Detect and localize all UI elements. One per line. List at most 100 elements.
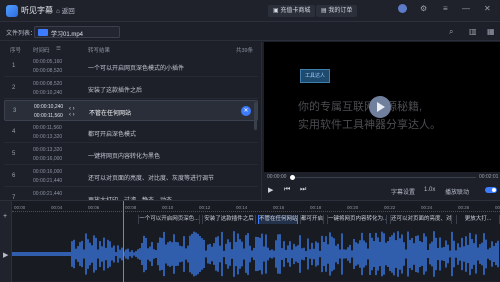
row-start-time[interactable]: 00:00:21,440 bbox=[33, 191, 62, 197]
time-adjust-icon[interactable]: ‹ › ‹ › bbox=[69, 106, 75, 118]
row-text[interactable]: 不管在任何网站 bbox=[89, 108, 131, 117]
header-num: 序号 bbox=[10, 48, 22, 54]
current-time: 00:00:00 bbox=[267, 174, 287, 180]
timeline-segment[interactable]: 都可开启深色模... bbox=[300, 215, 324, 224]
menu-icon[interactable]: ≡ bbox=[443, 4, 448, 13]
vip-store-label: 充值卡商城 bbox=[280, 8, 311, 14]
save-icon[interactable]: ▥ bbox=[469, 27, 477, 36]
orders-icon: ▤ bbox=[321, 8, 327, 14]
timeline-segment[interactable]: 不管在任何网站 bbox=[258, 215, 298, 224]
audio-waveform[interactable] bbox=[12, 229, 500, 279]
play-icon[interactable]: ▶ bbox=[268, 186, 273, 194]
row-text[interactable]: 还可以对页面的亮度、对比度、灰度等进行调节 bbox=[88, 173, 214, 182]
add-icon[interactable]: + bbox=[3, 213, 7, 220]
timeline-tick: 00:24 bbox=[421, 205, 433, 210]
timeline-segment[interactable]: 更放大打... bbox=[456, 215, 500, 224]
list-item[interactable]: 5 00:00:13,320 00:00:16,000 一键将网页内容转化为黑色 bbox=[4, 144, 258, 165]
delete-icon[interactable]: ✕ bbox=[241, 106, 251, 116]
timeline-tick: 00:22 bbox=[384, 205, 396, 210]
row-end-time[interactable]: 00:00:11,560 bbox=[34, 113, 63, 119]
video-controls: 00:00:00 00:02:01 ▶ ⏮ ⏭ 字幕设置 1.0x 播放联动 bbox=[264, 172, 500, 200]
title-bar: 听见字幕 ⌂ 返回 ▣ 充值卡商城 ▤ 我的订单 ⚙ ≡ — ✕ bbox=[0, 0, 500, 22]
folder-icon bbox=[38, 29, 48, 36]
file-name: 学习01.mp4 bbox=[51, 32, 84, 38]
follow-toggle[interactable] bbox=[485, 187, 497, 193]
row-start-time[interactable]: 00:00:11,560 bbox=[33, 125, 62, 131]
list-item[interactable]: 6 00:00:16,000 00:00:21,440 还可以对页面的亮度、对比… bbox=[4, 166, 258, 187]
header-time: 时间码 bbox=[33, 48, 50, 54]
row-end-time[interactable]: 00:00:21,440 bbox=[33, 178, 62, 184]
wave-play-icon[interactable]: ▶ bbox=[3, 251, 8, 259]
timeline-tick: 00:06 bbox=[88, 205, 100, 210]
close-icon[interactable]: ✕ bbox=[484, 4, 491, 13]
minimize-icon[interactable]: — bbox=[462, 4, 470, 13]
time-ruler[interactable] bbox=[12, 211, 500, 213]
file-bar: 文件列表： 学习01.mp4 ⌕ ▥ ▦ bbox=[0, 22, 500, 41]
timeline-tick: 00:18 bbox=[310, 205, 322, 210]
video-text-line2: 实用软件工具神器分享达人。 bbox=[298, 119, 441, 131]
subtitle-settings-button[interactable]: 字幕设置 bbox=[391, 187, 415, 196]
row-end-time[interactable]: 00:00:08,520 bbox=[33, 68, 62, 74]
row-start-time[interactable]: 00:00:05,160 bbox=[33, 59, 62, 65]
row-number: 6 bbox=[12, 173, 16, 179]
file-select[interactable]: 学习01.mp4 bbox=[34, 26, 120, 38]
filter-icon[interactable]: ☰ bbox=[56, 46, 61, 52]
row-end-time[interactable]: 00:00:10,240 bbox=[33, 90, 62, 96]
row-number: 4 bbox=[12, 129, 16, 135]
home-icon: ⌂ bbox=[56, 8, 60, 15]
header-count: 共39条 bbox=[236, 48, 254, 54]
avatar[interactable] bbox=[398, 4, 407, 13]
row-text[interactable]: 都可开启深色模式 bbox=[88, 129, 136, 138]
store-icon: ▣ bbox=[273, 8, 279, 14]
my-orders-button[interactable]: ▤ 我的订单 bbox=[316, 5, 358, 17]
timeline-tick: 00:12 bbox=[199, 205, 211, 210]
row-text[interactable]: 安装了这款插件之后 bbox=[88, 85, 142, 94]
timeline-segment[interactable]: 一键将网页内容转化为... bbox=[327, 215, 387, 224]
playhead[interactable] bbox=[123, 201, 124, 282]
timeline-segment[interactable]: 还可以对页面的亮度、对... bbox=[390, 215, 452, 224]
next-icon[interactable]: ⏭ bbox=[300, 186, 306, 194]
play-overlay-button[interactable] bbox=[369, 96, 391, 118]
progress-bar[interactable] bbox=[290, 177, 476, 178]
list-item[interactable]: 1 00:00:05,160 00:00:08,520 一个可以开启网页深色模式… bbox=[4, 56, 258, 77]
export-icon[interactable]: ▦ bbox=[487, 27, 495, 36]
file-list-label: 文件列表： bbox=[6, 31, 37, 37]
video-player[interactable]: 工具达人 你的专属互联网资源秘籍, 实用软件工具神器分享达人。 bbox=[264, 42, 500, 172]
timeline-sidebar: + ▶ bbox=[0, 201, 12, 282]
row-start-time[interactable]: 00:00:10,240 bbox=[34, 104, 63, 110]
row-text[interactable]: 一个可以开启网页深色模式的小插件 bbox=[88, 63, 184, 72]
timeline-segment[interactable]: 安装了这款插件之后 bbox=[202, 215, 256, 224]
timeline-tick: 00:00 bbox=[14, 205, 26, 210]
row-number: 2 bbox=[12, 85, 16, 91]
list-item[interactable]: 4 00:00:11,560 00:00:13,320 都可开启深色模式 bbox=[4, 122, 258, 143]
list-item[interactable]: 2 00:00:08,520 00:00:10,240 安装了这款插件之后 bbox=[4, 78, 258, 99]
timeline-tick: 00:28 bbox=[495, 205, 500, 210]
row-number: 3 bbox=[13, 108, 17, 114]
list-scrollbar[interactable] bbox=[254, 102, 257, 130]
row-end-time[interactable]: 00:00:16,000 bbox=[33, 156, 62, 162]
progress-handle[interactable] bbox=[290, 175, 295, 180]
timeline-tick: 00:10 bbox=[162, 205, 174, 210]
my-orders-label: 我的订单 bbox=[328, 8, 353, 14]
row-start-time[interactable]: 00:00:16,000 bbox=[33, 169, 62, 175]
row-number: 5 bbox=[12, 151, 16, 157]
timeline-tick: 00:08 bbox=[125, 205, 137, 210]
subtitle-list: 序号 时间码 ☰ 转写结果 共39条 1 00:00:05,160 00:00:… bbox=[0, 42, 262, 209]
gear-icon[interactable]: ⚙ bbox=[420, 4, 427, 13]
timeline-tick: 00:14 bbox=[236, 205, 248, 210]
row-end-time[interactable]: 00:00:13,320 bbox=[33, 134, 62, 140]
app-logo-icon bbox=[6, 5, 18, 17]
speed-button[interactable]: 1.0x bbox=[424, 187, 435, 193]
timeline: + ▶ 00:00 00:04 00:06 00:08 00:10 00:12 00:14 0… bbox=[0, 200, 500, 282]
list-item[interactable]: 3 00:00:10,240 00:00:11,560 ‹ › ‹ › 不管在任何… bbox=[4, 100, 258, 121]
app-title: 听见字幕 bbox=[21, 6, 53, 15]
row-start-time[interactable]: 00:00:13,320 bbox=[33, 147, 62, 153]
timeline-segment[interactable]: 一个可以开启网页深色... bbox=[138, 215, 200, 224]
prev-icon[interactable]: ⏮ bbox=[284, 186, 290, 194]
row-text[interactable]: 一键将网页内容转化为黑色 bbox=[88, 151, 160, 160]
follow-label: 播放联动 bbox=[445, 190, 470, 196]
row-start-time[interactable]: 00:00:08,520 bbox=[33, 81, 62, 87]
search-icon[interactable]: ⌕ bbox=[449, 27, 453, 37]
home-button[interactable]: ⌂ 返回 bbox=[56, 5, 75, 15]
vip-store-button[interactable]: ▣ 充值卡商城 bbox=[268, 5, 316, 17]
